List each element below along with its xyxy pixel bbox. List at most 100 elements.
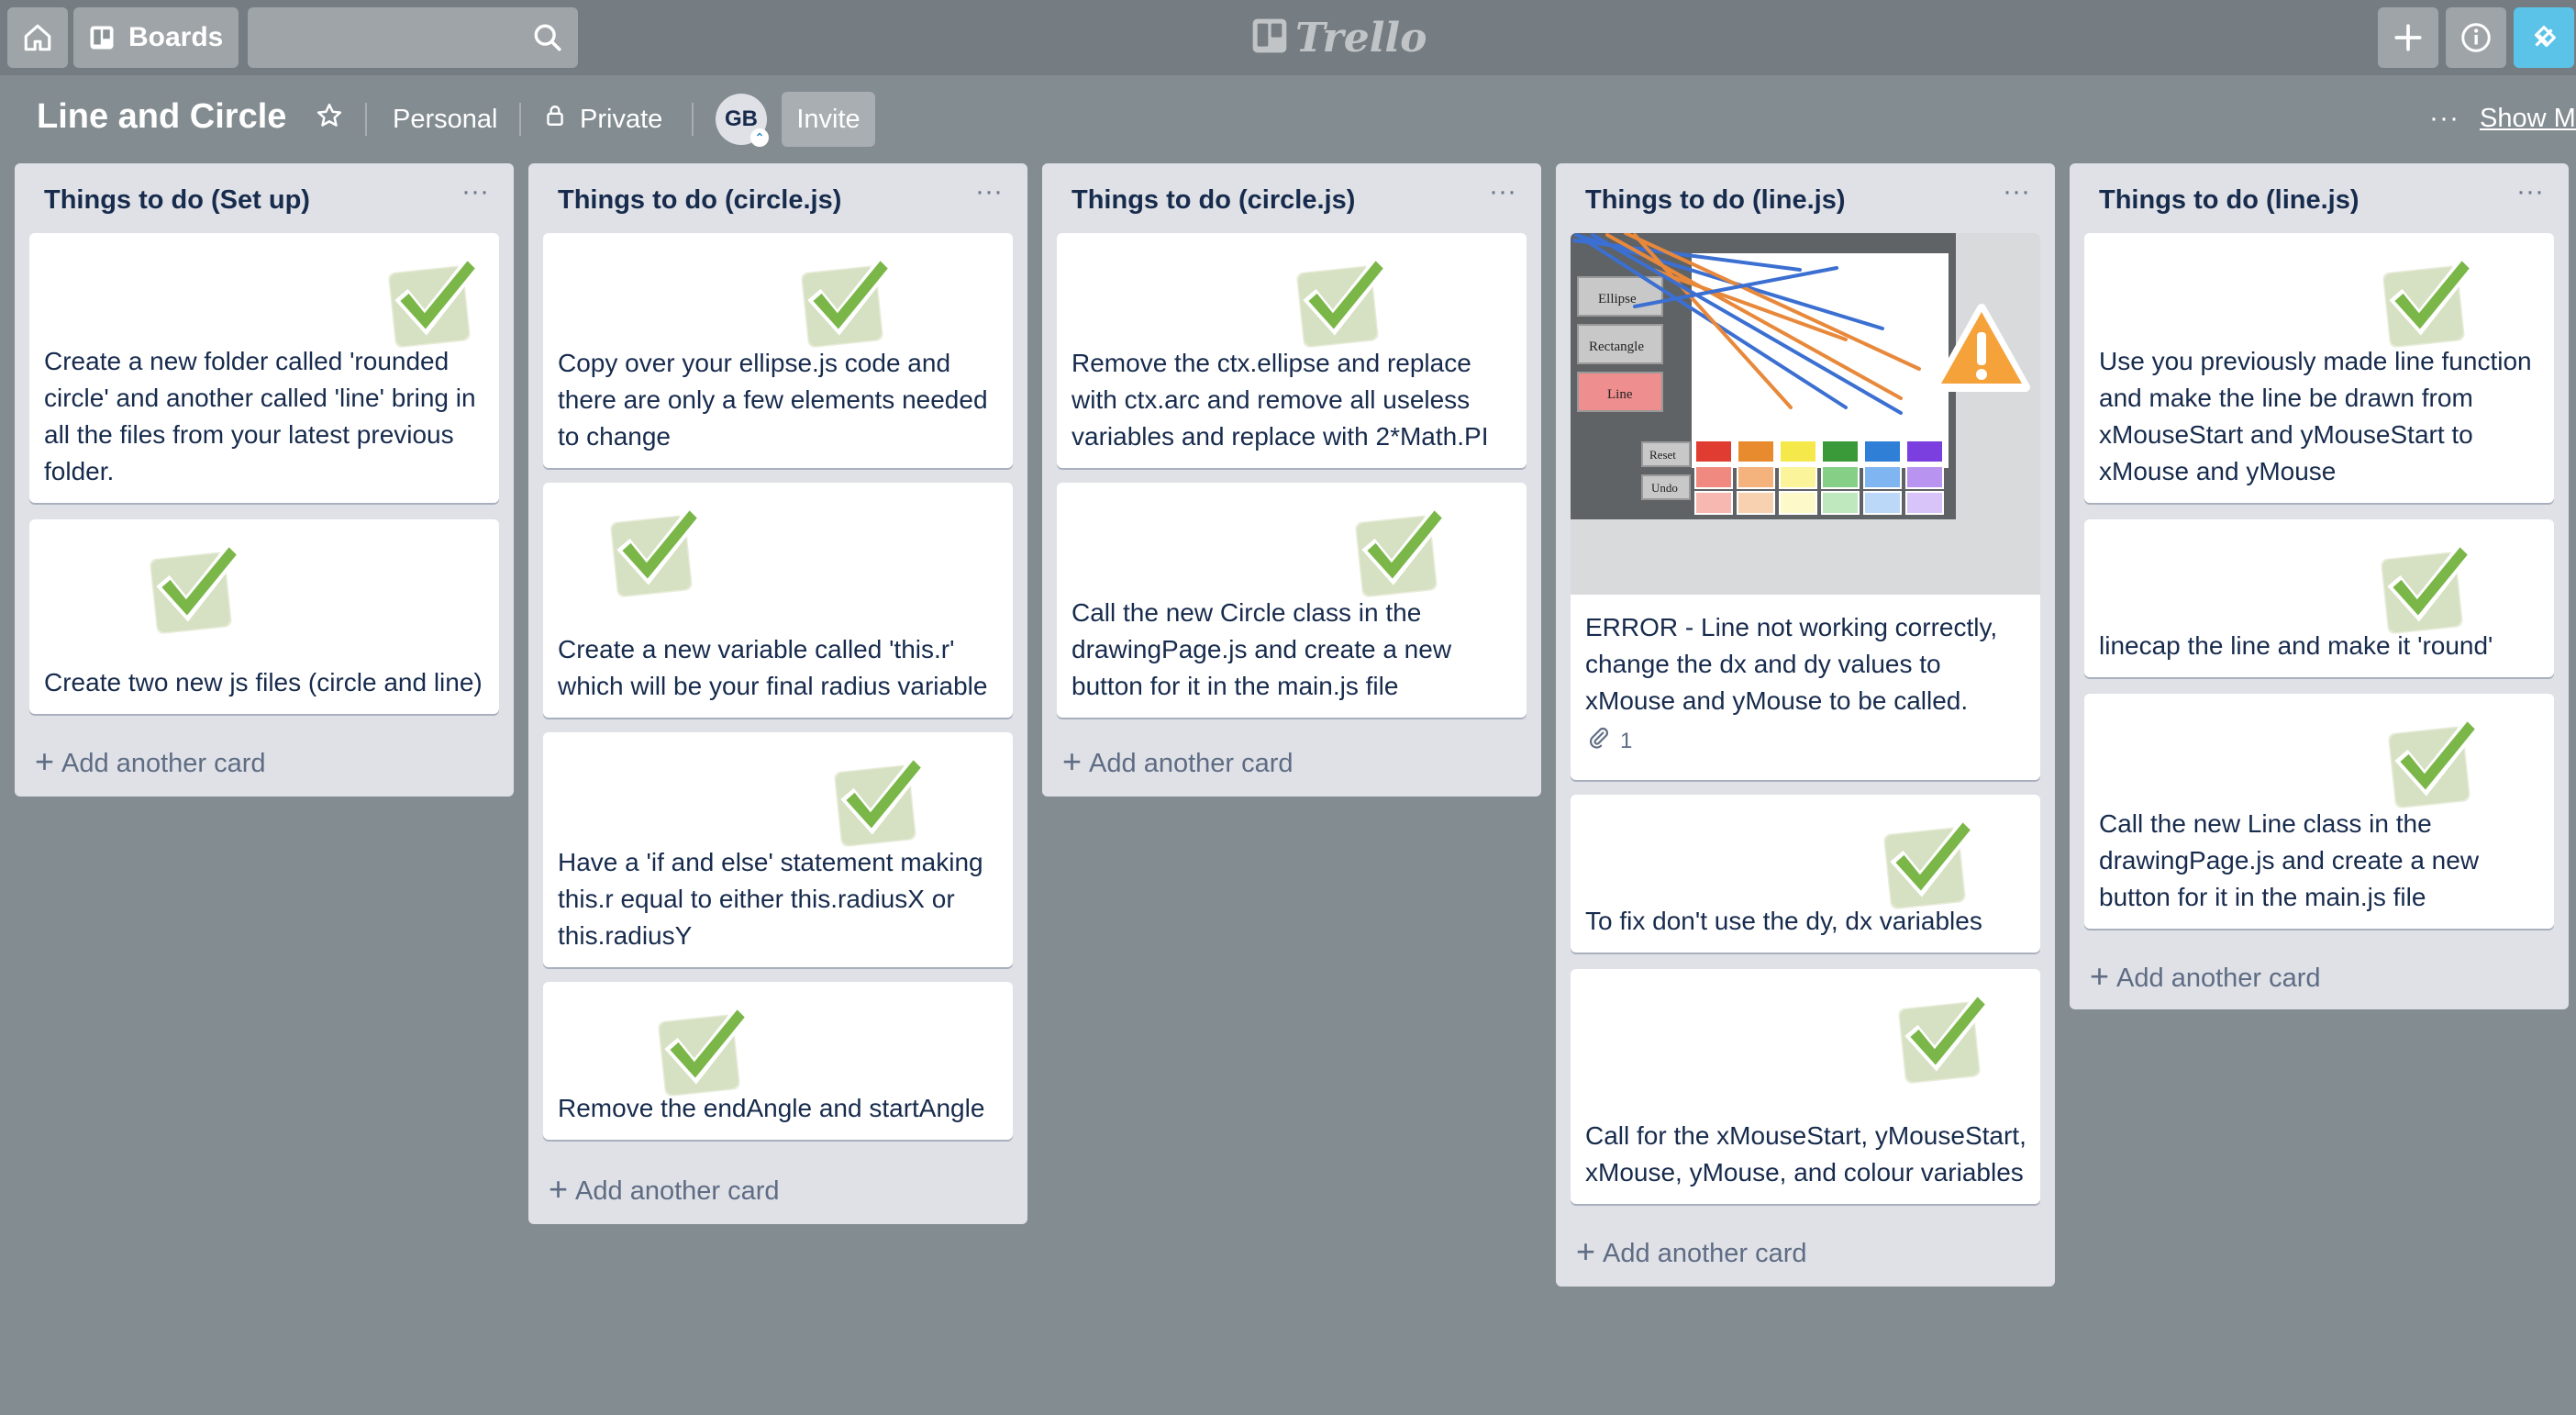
list-menu-icon[interactable]: ··· <box>1996 176 2037 217</box>
star-button[interactable] <box>316 92 343 147</box>
list: Things to do (line.js) ··· Use you previ… <box>2070 163 2569 1009</box>
card[interactable]: Remove the endAngle and startAngle <box>543 982 1013 1140</box>
trello-logo-icon <box>1251 17 1288 59</box>
card-text: Copy over your ellipse.js code and there… <box>558 349 988 451</box>
trello-logo[interactable]: Trello <box>1251 13 1427 62</box>
palette-swatch <box>1905 440 1944 463</box>
attachment-count: 1 <box>1620 728 1633 753</box>
card[interactable]: Have a 'if and else' statement making th… <box>543 732 1013 967</box>
add-card-label: Add another card <box>575 1175 780 1206</box>
checkmark-icon <box>376 242 488 354</box>
list-header[interactable]: Things to do (line.js) ··· <box>1556 163 2055 237</box>
invite-button[interactable]: Invite <box>782 92 875 147</box>
more-icon: ··· <box>2429 103 2459 133</box>
info-icon <box>2459 21 2493 54</box>
plus-icon <box>2393 22 2424 53</box>
palette-swatch <box>1905 491 1944 515</box>
list-menu-icon[interactable]: ··· <box>1482 176 1523 217</box>
create-button[interactable] <box>2378 7 2438 68</box>
checkmark-icon <box>646 991 758 1103</box>
cover-button-rectangle: Rectangle <box>1589 340 1644 354</box>
card[interactable]: Call for the xMouseStart, yMouseStart, x… <box>1571 969 2040 1204</box>
cover-button-undo: Undo <box>1651 481 1678 495</box>
checkmark-icon <box>1886 978 1998 1090</box>
list-header[interactable]: Things to do (circle.js) ··· <box>1042 163 1541 237</box>
card[interactable]: Copy over your ellipse.js code and there… <box>543 233 1013 468</box>
add-card-label: Add another card <box>2116 963 2321 993</box>
info-button[interactable] <box>2446 7 2506 68</box>
palette-swatch <box>1821 440 1860 463</box>
card-cover-image: Ellipse Rectangle Line Reset Undo <box>1571 233 2040 595</box>
boards-button[interactable]: Boards <box>73 7 239 68</box>
add-card-button[interactable]: + Add another card <box>35 741 266 785</box>
header-divider <box>692 103 694 136</box>
plus-icon: + <box>2090 957 2110 995</box>
list-title[interactable]: Things to do (circle.js) <box>1071 185 1355 216</box>
checkmark-icon <box>789 242 901 354</box>
notification-icon <box>2528 22 2559 53</box>
list-header[interactable]: Things to do (line.js) ··· <box>2070 163 2569 237</box>
show-menu-button[interactable]: ··· Show Me <box>2429 103 2576 134</box>
add-card-button[interactable]: + Add another card <box>2090 956 2321 1000</box>
list: Things to do (circle.js) ··· Remove the … <box>1042 163 1541 797</box>
home-icon <box>22 22 53 53</box>
notifications-button[interactable] <box>2514 7 2574 68</box>
plus-icon: + <box>1576 1232 1596 1270</box>
list-title[interactable]: Things to do (line.js) <box>1585 185 1846 216</box>
search-box[interactable] <box>248 7 578 70</box>
card[interactable]: Remove the ctx.ellipse and replace with … <box>1057 233 1527 468</box>
card[interactable]: To fix don't use the dy, dx variables <box>1571 795 2040 953</box>
palette-swatch <box>1863 465 1902 489</box>
checkmark-icon <box>598 492 710 604</box>
trello-logo-text: Trello <box>1295 14 1427 61</box>
plus-icon: + <box>35 742 55 780</box>
card-text: Create a new variable called 'this.r' wh… <box>558 635 988 700</box>
header-divider <box>365 103 367 136</box>
card[interactable]: Ellipse Rectangle Line Reset Undo ERROR … <box>1571 233 2040 780</box>
list-title[interactable]: Things to do (Set up) <box>44 185 310 216</box>
card[interactable]: Call the new Circle class in the drawing… <box>1057 483 1527 718</box>
visibility-label: Private <box>580 104 663 134</box>
list-menu-icon[interactable]: ··· <box>455 176 495 217</box>
palette-swatch <box>1779 491 1817 515</box>
card[interactable]: Create a new folder called 'rounded circ… <box>29 233 499 503</box>
cover-button-ellipse: Ellipse <box>1598 292 1637 306</box>
palette-swatch <box>1863 491 1902 515</box>
list-title[interactable]: Things to do (line.js) <box>2099 185 2359 216</box>
search-input[interactable] <box>248 7 541 70</box>
palette-swatch <box>1694 465 1733 489</box>
team-label: Personal <box>393 104 498 134</box>
admin-badge-icon: ⌃ <box>750 128 769 147</box>
team-button[interactable]: Personal <box>393 92 497 147</box>
card-text: Call the new Line class in the drawingPa… <box>2099 809 2480 911</box>
boards-icon <box>88 24 116 51</box>
search-icon[interactable] <box>532 22 563 58</box>
palette-swatch <box>1863 440 1902 463</box>
card[interactable]: Create two new js files (circle and line… <box>29 519 499 714</box>
checkmark-icon <box>1284 242 1396 354</box>
paperclip-icon <box>1587 726 1611 756</box>
checkmark-icon <box>1343 492 1455 604</box>
card-text: Remove the endAngle and startAngle <box>558 1094 985 1122</box>
list-menu-icon[interactable]: ··· <box>969 176 1009 217</box>
board-title[interactable]: Line and Circle <box>37 97 286 137</box>
palette-swatch <box>1779 440 1817 463</box>
card-text: Have a 'if and else' statement making th… <box>558 848 983 950</box>
list-header[interactable]: Things to do (Set up) ··· <box>15 163 514 237</box>
list-menu-icon[interactable]: ··· <box>2510 176 2550 217</box>
home-button[interactable] <box>7 7 68 68</box>
add-card-label: Add another card <box>61 748 266 778</box>
add-card-button[interactable]: + Add another card <box>1062 741 1294 785</box>
boards-label: Boards <box>128 22 224 52</box>
visibility-button[interactable]: Private <box>543 92 662 147</box>
add-card-button[interactable]: + Add another card <box>549 1169 780 1213</box>
card[interactable]: Create a new variable called 'this.r' wh… <box>543 483 1013 718</box>
list-title[interactable]: Things to do (circle.js) <box>558 185 841 216</box>
card[interactable]: linecap the line and make it 'round' <box>2084 519 2554 677</box>
add-card-button[interactable]: + Add another card <box>1576 1231 1807 1276</box>
card-text: Remove the ctx.ellipse and replace with … <box>1071 349 1489 451</box>
card[interactable]: Call the new Line class in the drawingPa… <box>2084 694 2554 929</box>
card[interactable]: Use you previously made line function an… <box>2084 233 2554 503</box>
checkmark-icon <box>138 529 250 641</box>
list-header[interactable]: Things to do (circle.js) ··· <box>528 163 1027 237</box>
